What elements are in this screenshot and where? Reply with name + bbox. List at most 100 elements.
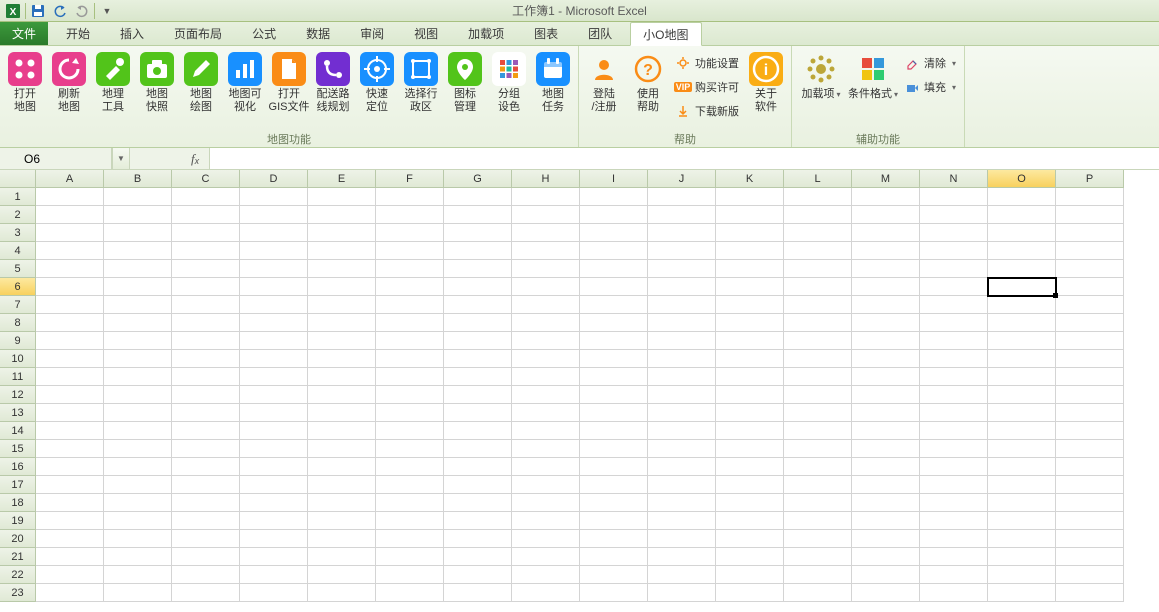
cell[interactable] [104,296,172,314]
cell[interactable] [988,278,1056,296]
cell[interactable] [444,260,512,278]
cell[interactable] [852,332,920,350]
tab-addins[interactable]: 加载项 [456,21,516,45]
cell[interactable] [988,242,1056,260]
col-header-A[interactable]: A [36,170,104,188]
cell[interactable] [240,422,308,440]
cell[interactable] [444,584,512,602]
cell[interactable] [648,530,716,548]
cell[interactable] [580,332,648,350]
cell[interactable] [308,422,376,440]
cell[interactable] [1056,332,1124,350]
cell[interactable] [648,314,716,332]
cell[interactable] [920,188,988,206]
cell[interactable] [172,350,240,368]
cell[interactable] [1056,422,1124,440]
tab-home[interactable]: 开始 [54,21,102,45]
ribbon-btn-apps[interactable]: 打开地图 [4,50,46,114]
cell[interactable] [1056,188,1124,206]
cell[interactable] [852,476,920,494]
cell[interactable] [376,386,444,404]
cell[interactable] [512,386,580,404]
cell[interactable] [240,566,308,584]
cell[interactable] [784,548,852,566]
cell[interactable] [172,530,240,548]
cell[interactable] [308,332,376,350]
cell[interactable] [512,422,580,440]
cell[interactable] [716,512,784,530]
cell[interactable] [784,566,852,584]
cell[interactable] [512,440,580,458]
col-header-O[interactable]: O [988,170,1056,188]
cell[interactable] [104,458,172,476]
cell[interactable] [308,458,376,476]
cell[interactable] [716,386,784,404]
cell[interactable] [240,530,308,548]
cell[interactable] [308,260,376,278]
cell[interactable] [784,404,852,422]
cell[interactable] [716,260,784,278]
cell[interactable] [580,584,648,602]
ribbon-small-gear[interactable]: 功能设置 [671,52,743,74]
cell[interactable] [988,350,1056,368]
cell[interactable] [852,548,920,566]
cell[interactable] [988,332,1056,350]
cell[interactable] [920,278,988,296]
cell[interactable] [784,314,852,332]
col-header-H[interactable]: H [512,170,580,188]
row-header-10[interactable]: 10 [0,350,36,368]
cell[interactable] [648,206,716,224]
cell[interactable] [784,476,852,494]
ribbon-small-fill[interactable]: 填充▾ [900,76,960,98]
cell[interactable] [104,584,172,602]
cell[interactable] [36,296,104,314]
cell[interactable] [104,332,172,350]
cell[interactable] [1056,368,1124,386]
cell[interactable] [240,296,308,314]
undo-icon[interactable] [49,1,71,21]
cell[interactable] [716,530,784,548]
cell[interactable] [240,332,308,350]
cell[interactable] [36,332,104,350]
cell[interactable] [1056,404,1124,422]
cell[interactable] [920,314,988,332]
cell[interactable] [104,512,172,530]
cell[interactable] [308,296,376,314]
cell[interactable] [1056,530,1124,548]
cell[interactable] [104,422,172,440]
cell[interactable] [36,278,104,296]
ribbon-btn-info[interactable]: i 关于软件 [745,50,787,114]
cell[interactable] [512,476,580,494]
cell[interactable] [512,350,580,368]
cell[interactable] [36,548,104,566]
cell[interactable] [36,440,104,458]
cell[interactable] [716,224,784,242]
cell[interactable] [648,584,716,602]
row-header-5[interactable]: 5 [0,260,36,278]
cell[interactable] [36,512,104,530]
cell[interactable] [104,368,172,386]
cell[interactable] [852,386,920,404]
cell[interactable] [512,404,580,422]
cell[interactable] [920,566,988,584]
cell[interactable] [376,494,444,512]
save-icon[interactable] [27,1,49,21]
cell[interactable] [376,260,444,278]
ribbon-btn-target[interactable]: 快速定位 [356,50,398,114]
cell[interactable] [716,440,784,458]
cell[interactable] [512,314,580,332]
redo-icon[interactable] [71,1,93,21]
ribbon-small-eraser[interactable]: 清除▾ [900,52,960,74]
row-header-14[interactable]: 14 [0,422,36,440]
cell[interactable] [444,494,512,512]
row-header-6[interactable]: 6 [0,278,36,296]
cell[interactable] [444,242,512,260]
cell[interactable] [376,530,444,548]
cell[interactable] [920,242,988,260]
cell[interactable] [172,494,240,512]
cell[interactable] [308,476,376,494]
cell[interactable] [104,386,172,404]
cell[interactable] [1056,512,1124,530]
cell[interactable] [172,314,240,332]
excel-icon[interactable]: X [2,1,24,21]
